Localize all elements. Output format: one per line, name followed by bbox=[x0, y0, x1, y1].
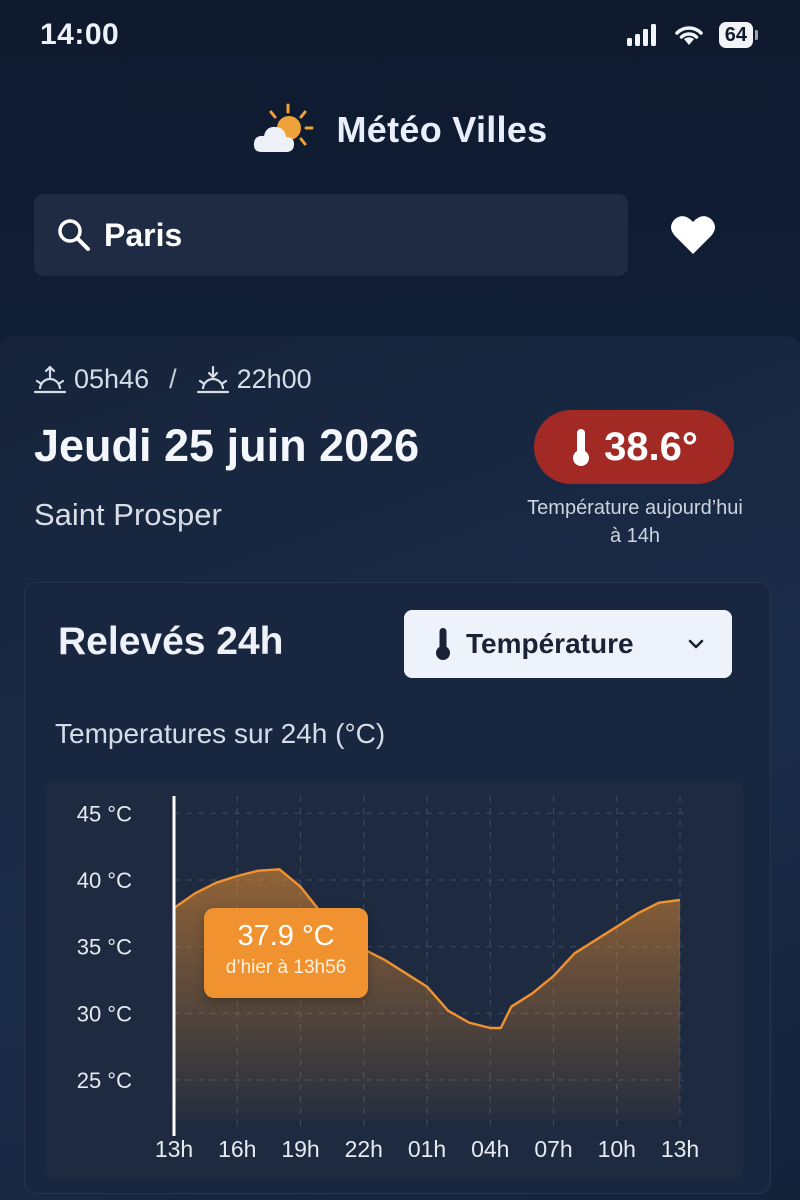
sun-cloud-icon bbox=[254, 103, 314, 152]
sunset-time: 22h00 bbox=[236, 364, 312, 394]
sunset-icon bbox=[196, 365, 229, 393]
x-tick-label: 19h bbox=[281, 1136, 319, 1162]
y-tick-label: 35 °C bbox=[77, 935, 132, 960]
sunrise-time: 05h46 bbox=[74, 364, 150, 394]
y-tick-label: 25 °C bbox=[77, 1068, 132, 1093]
thermometer-icon bbox=[573, 429, 590, 466]
search-input[interactable] bbox=[104, 216, 584, 254]
metric-select[interactable]: Température bbox=[404, 610, 732, 678]
temperature-badge: 38.6° bbox=[534, 410, 734, 484]
status-time: 14:00 bbox=[40, 18, 120, 51]
tooltip-value: 37.9 °C bbox=[237, 920, 335, 952]
current-temperature: 38.6° bbox=[604, 424, 698, 469]
heart-icon bbox=[671, 216, 715, 254]
tooltip-subtext: d’hier à 13h56 bbox=[225, 957, 347, 978]
battery-icon bbox=[755, 30, 758, 40]
sunrise-icon bbox=[34, 365, 66, 393]
metric-select-label: Température bbox=[466, 628, 634, 659]
chart-tooltip: 37.9 °C d’hier à 13h56 bbox=[204, 908, 368, 998]
readings-title: Relevés 24h bbox=[58, 620, 284, 663]
thermometer-icon bbox=[436, 628, 450, 660]
saint-name: Saint Prosper bbox=[34, 497, 222, 532]
battery-level: 64 bbox=[718, 22, 753, 48]
x-tick-label: 01h bbox=[408, 1136, 446, 1162]
temperature-caption-line2: à 14h bbox=[609, 525, 661, 547]
x-tick-label: 10h bbox=[598, 1136, 636, 1162]
y-tick-label: 30 °C bbox=[77, 1001, 132, 1026]
search-bar[interactable] bbox=[34, 194, 628, 276]
x-tick-label: 22h bbox=[345, 1136, 383, 1162]
x-tick-label: 16h bbox=[218, 1136, 256, 1162]
app-header: Météo Villes bbox=[0, 102, 800, 158]
y-tick-label: 45 °C bbox=[77, 801, 132, 826]
search-icon bbox=[56, 217, 92, 253]
favorite-button[interactable] bbox=[664, 208, 722, 262]
temperature-chart: 45 °C 40 °C 35 °C 30 °C 25 °C 13h 16h 19h 22h 01… bbox=[77, 796, 699, 1162]
wifi-icon bbox=[675, 26, 703, 45]
y-tick-label: 40 °C bbox=[77, 868, 132, 893]
date-title: Jeudi 25 juin 2026 bbox=[34, 420, 420, 471]
x-tick-label: 13h bbox=[661, 1136, 699, 1162]
cellular-signal-icon bbox=[626, 24, 656, 46]
temperature-caption: Température aujourd’hui à 14h bbox=[490, 494, 780, 550]
x-tick-label: 13h bbox=[155, 1136, 193, 1162]
x-tick-label: 04h bbox=[471, 1136, 509, 1162]
sun-times: 05h46 / 22h00 bbox=[34, 364, 312, 395]
status-icons: 64 bbox=[626, 22, 758, 48]
temperature-caption-line1: Température aujourd’hui bbox=[527, 497, 743, 519]
app-title: Météo Villes bbox=[336, 109, 548, 150]
chevron-down-icon bbox=[688, 639, 704, 649]
x-tick-label: 07h bbox=[534, 1136, 572, 1162]
chart-subtitle: Temperatures sur 24h (°C) bbox=[55, 718, 386, 749]
sun-separator: / bbox=[169, 364, 177, 394]
